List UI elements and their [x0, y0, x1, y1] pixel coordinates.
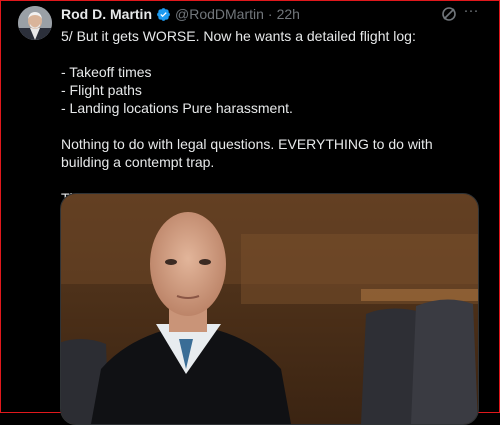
tweet-line: Nothing to do with legal questions. EVER…: [61, 136, 433, 170]
timestamp[interactable]: 22h: [277, 6, 300, 22]
tweet-line: - Landing locations Pure harassment.: [61, 100, 293, 116]
avatar[interactable]: [18, 6, 52, 40]
more-icon[interactable]: ···: [462, 3, 480, 21]
verified-badge-icon: [156, 7, 171, 22]
author-name[interactable]: Rod D. Martin: [61, 6, 152, 22]
tweet-text: 5/ But it gets WORSE. Now he wants a det…: [61, 27, 481, 207]
tweet-line: - Flight paths: [61, 82, 142, 98]
tweet[interactable]: Rod D. Martin @RodDMartin · 22h ··· 5/ B…: [0, 0, 500, 425]
tweet-header: Rod D. Martin @RodDMartin · 22h: [61, 5, 300, 23]
grok-icon[interactable]: [441, 6, 457, 22]
tweet-line: 5/ But it gets WORSE. Now he wants a det…: [61, 28, 416, 44]
separator-dot: ·: [267, 6, 273, 22]
author-handle[interactable]: @RodDMartin: [175, 6, 264, 22]
tweet-line: - Takeoff times: [61, 64, 152, 80]
tweet-media-image[interactable]: [60, 193, 479, 425]
